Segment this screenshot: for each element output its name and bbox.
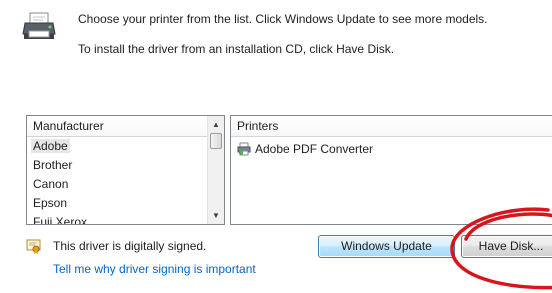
have-disk-button[interactable]: Have Disk... (461, 235, 552, 258)
manufacturer-header[interactable]: Manufacturer (27, 116, 207, 137)
manufacturer-scrollbar[interactable]: ▲ ▼ (207, 116, 224, 224)
printers-list[interactable]: Printers Adobe PDF Converter (230, 115, 552, 225)
printers-header[interactable]: Printers (231, 116, 552, 137)
manufacturer-item[interactable]: Epson (27, 194, 207, 213)
printer-icon (22, 12, 56, 42)
manufacturer-item[interactable]: Adobe (27, 137, 207, 156)
scroll-down-arrow-icon[interactable]: ▼ (208, 207, 224, 224)
signed-status-text: This driver is digitally signed. (53, 239, 207, 253)
scroll-up-arrow-icon[interactable]: ▲ (208, 116, 224, 133)
instruction-text: Choose your printer from the list. Click… (78, 12, 488, 26)
manufacturer-list[interactable]: Manufacturer Adobe Brother Canon Epson F… (26, 115, 225, 225)
manufacturer-item[interactable]: Brother (27, 156, 207, 175)
manufacturer-item[interactable]: Canon (27, 175, 207, 194)
manufacturer-item[interactable]: Fuji Xerox (27, 213, 207, 224)
install-cd-text: To install the driver from an installati… (78, 42, 395, 56)
printer-list-item[interactable]: Adobe PDF Converter (237, 140, 373, 158)
scroll-thumb[interactable] (210, 133, 222, 149)
driver-signing-link[interactable]: Tell me why driver signing is important (53, 262, 256, 276)
windows-update-button[interactable]: Windows Update (318, 235, 455, 258)
printer-small-icon (237, 142, 251, 156)
printer-item-label: Adobe PDF Converter (255, 142, 374, 156)
certificate-icon (26, 238, 42, 254)
